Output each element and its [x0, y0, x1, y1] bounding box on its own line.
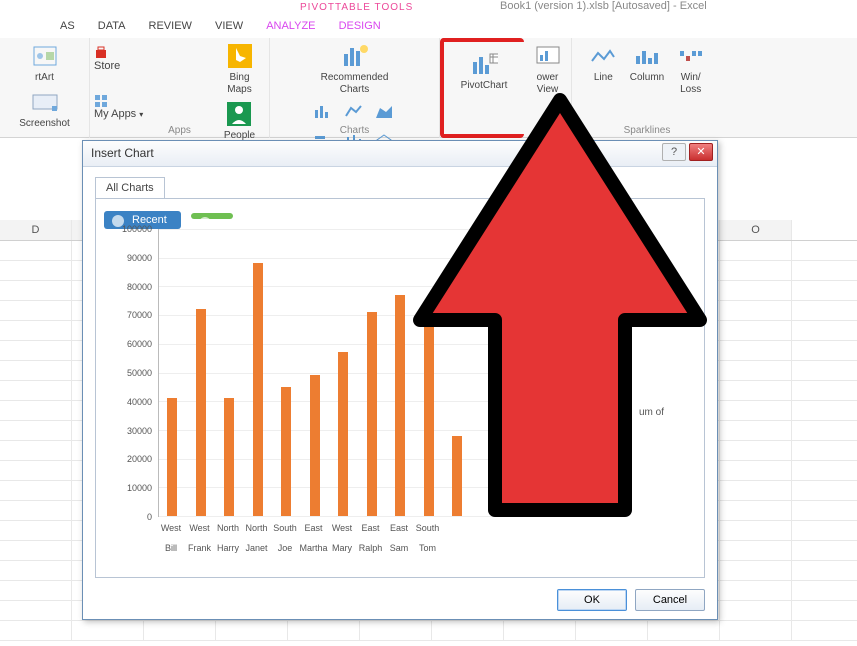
column-chart-icon[interactable]	[313, 102, 335, 124]
insert-chart-dialog: Insert Chart ? ✕ All Charts Recent 01000…	[82, 140, 718, 620]
sparkline-column-icon	[633, 42, 661, 70]
column-header[interactable]: D	[0, 220, 72, 240]
chart-bar	[224, 398, 234, 516]
chart-preview-panel: Recent 010000200003000040000500006000070…	[95, 198, 705, 578]
reports-group-label: eports	[524, 125, 571, 136]
chart-legend-partial: um of	[639, 407, 664, 418]
sparklines-group-label: Sparklines	[572, 125, 722, 136]
sparkline-column-button[interactable]: Column	[626, 38, 668, 84]
recommended-charts-icon	[341, 42, 369, 70]
chart-x-axis: WestBillWestFrankNorthHarryNorthJanetSou…	[158, 521, 594, 569]
sparkline-line-button[interactable]: Line	[585, 38, 621, 84]
sparkline-line-icon	[589, 42, 617, 70]
pivotchart-button[interactable]: PivotChart	[457, 42, 512, 92]
chart-bar	[338, 352, 348, 516]
pivotchart-icon	[470, 50, 498, 78]
chart-bar	[367, 312, 377, 516]
smartart-icon	[31, 42, 59, 70]
tab-all-charts[interactable]: All Charts	[95, 177, 165, 198]
line-chart-icon[interactable]	[344, 102, 366, 124]
chart-bar	[281, 387, 291, 516]
chart-bar	[253, 263, 263, 516]
sparkline-winloss-button[interactable]: Win/ Loss	[673, 38, 709, 96]
tab-design[interactable]: DESIGN	[329, 16, 391, 36]
chart-bar	[424, 318, 434, 516]
power-view-icon	[534, 42, 562, 70]
sparkline-winloss-icon	[677, 42, 705, 70]
tab-data[interactable]: DATA	[88, 16, 136, 36]
tab-view[interactable]: VIEW	[205, 16, 253, 36]
tab-analyze[interactable]: ANALYZE	[256, 16, 325, 36]
ribbon-tabs: AS DATA REVIEW VIEW ANALYZE DESIGN	[0, 16, 857, 38]
chart-bar	[196, 309, 206, 516]
window-title: Book1 (version 1).xlsb [Autosaved] - Exc…	[500, 0, 707, 12]
tab-as[interactable]: AS	[50, 16, 85, 36]
charts-group-label: Charts	[270, 125, 439, 136]
close-button[interactable]: ✕	[689, 143, 713, 161]
grid-row[interactable]	[0, 621, 857, 641]
smartart-button[interactable]: rtArt	[27, 38, 63, 84]
context-tools-label: PIVOTTABLE TOOLS	[300, 2, 413, 13]
people-graph-icon	[225, 100, 253, 128]
store-button[interactable]: Store	[94, 44, 206, 74]
chart-bar	[167, 398, 177, 516]
pill-template[interactable]	[191, 213, 233, 219]
ribbon: rtArt Screenshot Store My Apps ▾ Bing Ma…	[0, 38, 857, 138]
tab-review[interactable]: REVIEW	[139, 16, 202, 36]
column-header[interactable]: O	[720, 220, 792, 240]
screenshot-button[interactable]: Screenshot	[15, 84, 74, 130]
chart-bar	[395, 295, 405, 516]
apps-group-label: Apps	[90, 125, 269, 136]
cancel-button[interactable]: Cancel	[635, 589, 705, 611]
ok-button[interactable]: OK	[557, 589, 627, 611]
screenshot-icon	[31, 88, 59, 116]
power-view-button[interactable]: ower View	[530, 38, 566, 96]
bing-icon	[226, 42, 254, 70]
recommended-charts-button[interactable]: Recommended Charts	[316, 38, 394, 96]
help-button[interactable]: ?	[662, 143, 686, 161]
chart-y-axis: 0100002000030000400005000060000700008000…	[96, 229, 156, 517]
dialog-title: Insert Chart	[91, 146, 154, 160]
chart-plot-area	[158, 229, 594, 517]
chart-bar	[310, 375, 320, 516]
myapps-button[interactable]: My Apps ▾	[94, 92, 206, 122]
area-chart-icon[interactable]	[374, 102, 396, 124]
bing-maps-button[interactable]: Bing Maps	[222, 38, 258, 96]
